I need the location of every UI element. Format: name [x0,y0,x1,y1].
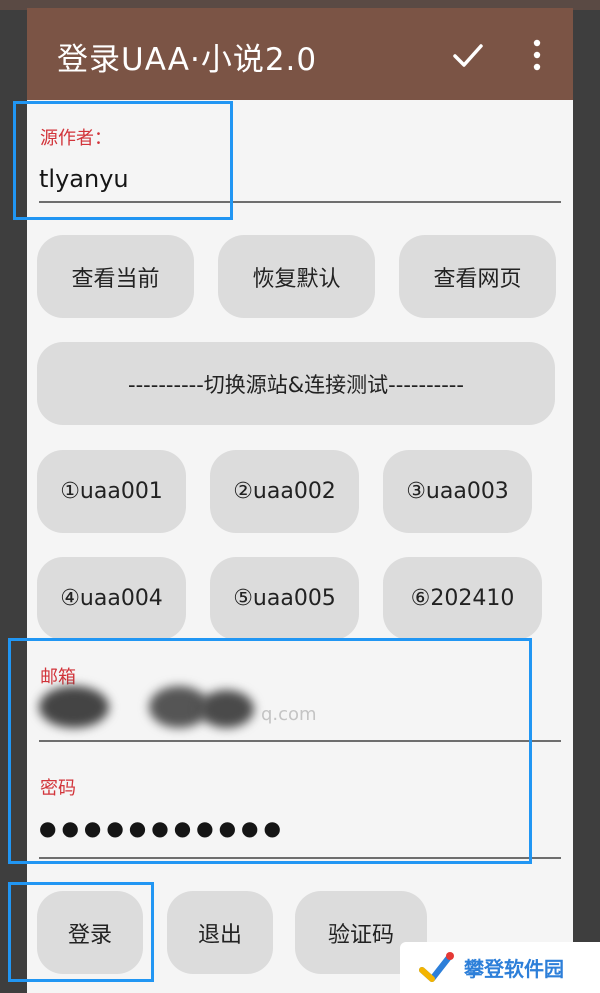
page-title: 登录UAA·小说2.0 [57,42,318,78]
highlight-box [8,882,154,982]
site-uaa004-button[interactable]: ④uaa004 [37,557,186,640]
watermark-text: 攀登软件园 [464,957,564,981]
site-uaa003-button[interactable]: ③uaa003 [383,450,532,533]
site-uaa005-button[interactable]: ⑤uaa005 [210,557,359,640]
highlight-box [13,101,233,220]
switch-site-test-button[interactable]: ----------切换源站&连接测试---------- [37,342,555,425]
highlight-box [8,638,532,864]
logout-button[interactable]: 退出 [167,891,273,974]
more-vert-icon[interactable] [527,38,547,72]
view-webpage-button[interactable]: 查看网页 [399,235,556,318]
check-icon[interactable] [451,38,485,72]
view-current-button[interactable]: 查看当前 [37,235,194,318]
site-uaa002-button[interactable]: ②uaa002 [210,450,359,533]
watermark-logo-icon [419,951,454,982]
watermark: 攀登软件园 [400,942,600,993]
restore-default-button[interactable]: 恢复默认 [218,235,375,318]
app-bar: 登录UAA·小说2.0 [27,8,573,100]
site-202410-button[interactable]: ⑥202410 [383,557,542,640]
site-uaa001-button[interactable]: ①uaa001 [37,450,186,533]
